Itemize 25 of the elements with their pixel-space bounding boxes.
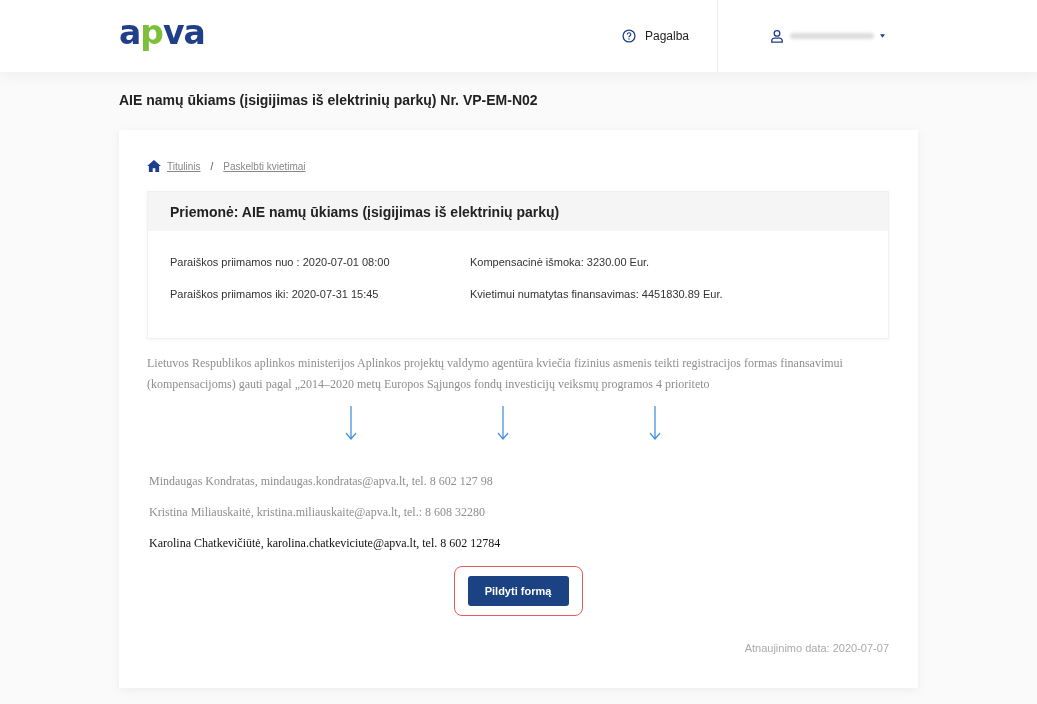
info-field: Kompensacinė išmoka: 3230.00 Eur.: [470, 256, 866, 268]
breadcrumb-separator: /: [210, 160, 214, 172]
user-icon[interactable]: [770, 29, 784, 43]
description-line: (kompensacijoms) gauti pagal „2014–2020 metų Europos Sąjungos fondų investicijų veiksmų programos 4 prioriteto: [147, 377, 711, 392]
logo[interactable]: apva: [119, 15, 205, 49]
down-arrow-icon: [345, 406, 357, 440]
help-icon: [622, 29, 636, 43]
breadcrumb-link[interactable]: Titulinis: [167, 160, 201, 172]
help-link[interactable]: Pagalba: [622, 0, 717, 72]
info-field: Paraiškos priimamos iki: 2020-07-31 15:45: [170, 288, 470, 300]
info-title: Priemonė: AIE namų ūkiams (įsigijimas iš elektrinių parkų): [170, 203, 560, 220]
contact-line: Karolina Chatkevičiūtė, karolina.chatkeviciute@apva.lt, tel. 8 602 12784: [149, 536, 502, 551]
home-icon[interactable]: [147, 160, 161, 172]
description-line: Lietuvos Respublikos aplinkos ministerijos Aplinkos projektų valdymo agentūra kviečia fizinius asmenis teikti registracijos formas finansavimui: [147, 356, 844, 371]
caret-icon[interactable]: [880, 34, 885, 38]
contact-line: Kristina Miliauskaitė, kristina.miliauskaite@apva.lt, tel.: 8 608 32280: [149, 505, 486, 520]
breadcrumb-link[interactable]: Paskelbti kvietimai: [223, 160, 306, 172]
fill-form-button[interactable]: Pildyti formą: [467, 576, 569, 606]
info-field: Kvietimui numatytas finansavimas: 4451830.89 Eur.: [470, 288, 866, 300]
down-arrow-icon: [497, 406, 509, 440]
update-date: Atnaujinimo data: 2020-07-07: [744, 642, 889, 654]
page-title: AIE namų ūkiams (įsigijimas iš elektrinių parkų) Nr. VP-EM-N02: [119, 92, 539, 110]
down-arrow-icon: [649, 406, 661, 440]
info-field: Paraiškos priimamos nuo : 2020-07-01 08:00: [170, 256, 470, 268]
contact-line: Mindaugas Kondratas, mindaugas.kondratas@apva.lt, tel. 8 602 127 98: [149, 474, 494, 489]
